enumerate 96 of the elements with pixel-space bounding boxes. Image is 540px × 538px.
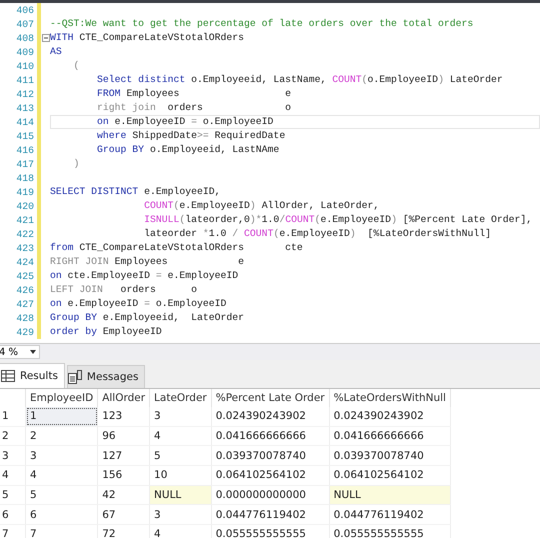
column-header: LateOrder <box>150 389 212 407</box>
row-number: 2 <box>0 426 26 446</box>
code-line: COUNT(e.EmployeeID) AllOrder, LateOrder, <box>143 199 380 213</box>
table-cell: 96 <box>98 426 150 446</box>
table-cell: 0.044776119402 <box>211 504 330 525</box>
table-cell: 72 <box>98 524 150 538</box>
table-cell: 7 <box>26 524 98 538</box>
code-line: WITH CTE_CompareLateVStotalORders <box>50 31 244 45</box>
line-number: 413 <box>15 102 35 114</box>
table-cell: 0.064102564102 <box>211 466 330 486</box>
code-line: ISNULL(lateorder,0)*1.0/COUNT(e.EmployeeID) [%Percent Late Order], <box>143 213 532 227</box>
table-cell: 0.055555555555 <box>329 524 450 538</box>
table-cell: 0.039370078740 <box>329 446 450 466</box>
code-line: from CTE_CompareLateVStotalORders cte <box>50 241 303 255</box>
row-number: 6 <box>0 504 26 525</box>
code-line: ) <box>72 157 80 171</box>
table-cell: 0.041666666666 <box>211 426 330 446</box>
line-number: 419 <box>15 186 35 198</box>
line-number: 421 <box>15 214 35 226</box>
table-cell: 123 <box>98 407 150 426</box>
table-cell: 3 <box>150 504 212 525</box>
table-cell: 0.044776119402 <box>329 504 450 525</box>
collapse-icon[interactable] <box>42 34 50 42</box>
code-line: lateorder *1.0 / COUNT(e.EmployeeID) [%LateOrdersWithNull] <box>143 227 492 241</box>
table-cell: 4 <box>26 466 98 486</box>
table-cell: 3 <box>26 446 98 466</box>
code-line: where ShippedDate>= RequiredDate <box>96 129 286 143</box>
line-number: 424 <box>15 256 35 268</box>
code-line: SELECT DISTINCT e.EmployeeID, <box>50 185 220 199</box>
line-number: 416 <box>15 144 35 156</box>
code-line: Select distinct o.Employeeid, LastName, COUNT(o.EmployeeID) LateOrder <box>96 73 503 87</box>
line-number: 415 <box>15 130 35 142</box>
table-cell: 0.024390243902 <box>329 407 450 426</box>
row-number: 4 <box>0 466 26 486</box>
line-number: 407 <box>15 18 35 30</box>
code-line: LEFT JOIN orders o <box>50 283 197 297</box>
code-line: RIGHT JOIN Employees e <box>50 255 244 269</box>
code-line: on cte.EmployeeID = e.EmployeeID <box>50 269 238 283</box>
code-line: Group BY o.Employeeid, LastNAme <box>96 143 280 157</box>
line-number: 429 <box>15 326 35 338</box>
table-cell: 6 <box>26 504 98 525</box>
table-cell: 4 <box>150 524 212 538</box>
table-cell: 127 <box>98 446 150 466</box>
table-cell: 67 <box>98 504 150 525</box>
row-number: 3 <box>0 446 26 466</box>
line-number: 408 <box>15 32 35 44</box>
line-number: 417 <box>15 158 35 170</box>
line-number: 428 <box>15 312 35 324</box>
table-cell: 3 <box>150 407 212 426</box>
caret-icon <box>30 350 36 354</box>
table-cell: 0.055555555555 <box>211 524 330 538</box>
table-cell: 5 <box>26 485 98 505</box>
line-number: 412 <box>15 88 35 100</box>
line-number: 410 <box>15 60 35 72</box>
line-number: 422 <box>15 228 35 240</box>
table-cell: 5 <box>150 446 212 466</box>
code-line: on e.EmployeeID = o.EmployeeID <box>50 297 226 311</box>
table-cell: 0.000000000000 <box>211 485 330 505</box>
row-number: 7 <box>0 524 26 538</box>
line-number: 425 <box>15 270 35 282</box>
row-number: 5 <box>0 485 26 505</box>
document-icon <box>68 370 82 384</box>
table-cell: 0.041666666666 <box>329 426 450 446</box>
results-tab[interactable]: Results <box>0 363 65 388</box>
line-number: 414 <box>15 116 35 128</box>
line-number: 409 <box>15 46 35 58</box>
table-cell: 1 <box>26 407 98 426</box>
code-line: AS <box>50 45 62 59</box>
line-number: 423 <box>15 242 35 254</box>
table-cell: 0.039370078740 <box>211 446 330 466</box>
table-cell: 10 <box>150 466 212 486</box>
code-line: order by EmployeeID <box>50 325 162 339</box>
results-tab[interactable]: Messages <box>66 365 146 388</box>
code-line: FROM Employees e <box>96 87 292 101</box>
code-line: ( <box>72 59 80 73</box>
table-cell: NULL <box>329 485 450 505</box>
line-number: 406 <box>15 4 35 16</box>
table-cell: 156 <box>98 466 150 486</box>
line-number: 418 <box>15 172 35 184</box>
line-number: 427 <box>15 298 35 310</box>
code-line: on e.EmployeeID = o.EmployeeID <box>96 115 274 129</box>
code-line: Group BY e.Employeeid, LateOrder <box>50 311 244 325</box>
column-header: %LateOrdersWithNull <box>329 389 450 407</box>
table-cell: NULL <box>150 485 212 505</box>
table-cell: 0.064102564102 <box>329 466 450 486</box>
table-cell: 2 <box>26 426 98 446</box>
code-line: right join orders o <box>96 101 292 115</box>
line-number: 411 <box>15 74 35 86</box>
line-number: 426 <box>15 284 35 296</box>
grid-icon <box>1 370 15 382</box>
line-number: 420 <box>15 200 35 212</box>
column-header: AllOrder <box>98 389 150 407</box>
table-cell: 4 <box>150 426 212 446</box>
column-header: %Percent Late Order <box>211 389 330 407</box>
code-line: --QST:We want to get the percentage of late orders over the total orders <box>50 17 474 31</box>
table-cell: 0.024390243902 <box>211 407 330 426</box>
